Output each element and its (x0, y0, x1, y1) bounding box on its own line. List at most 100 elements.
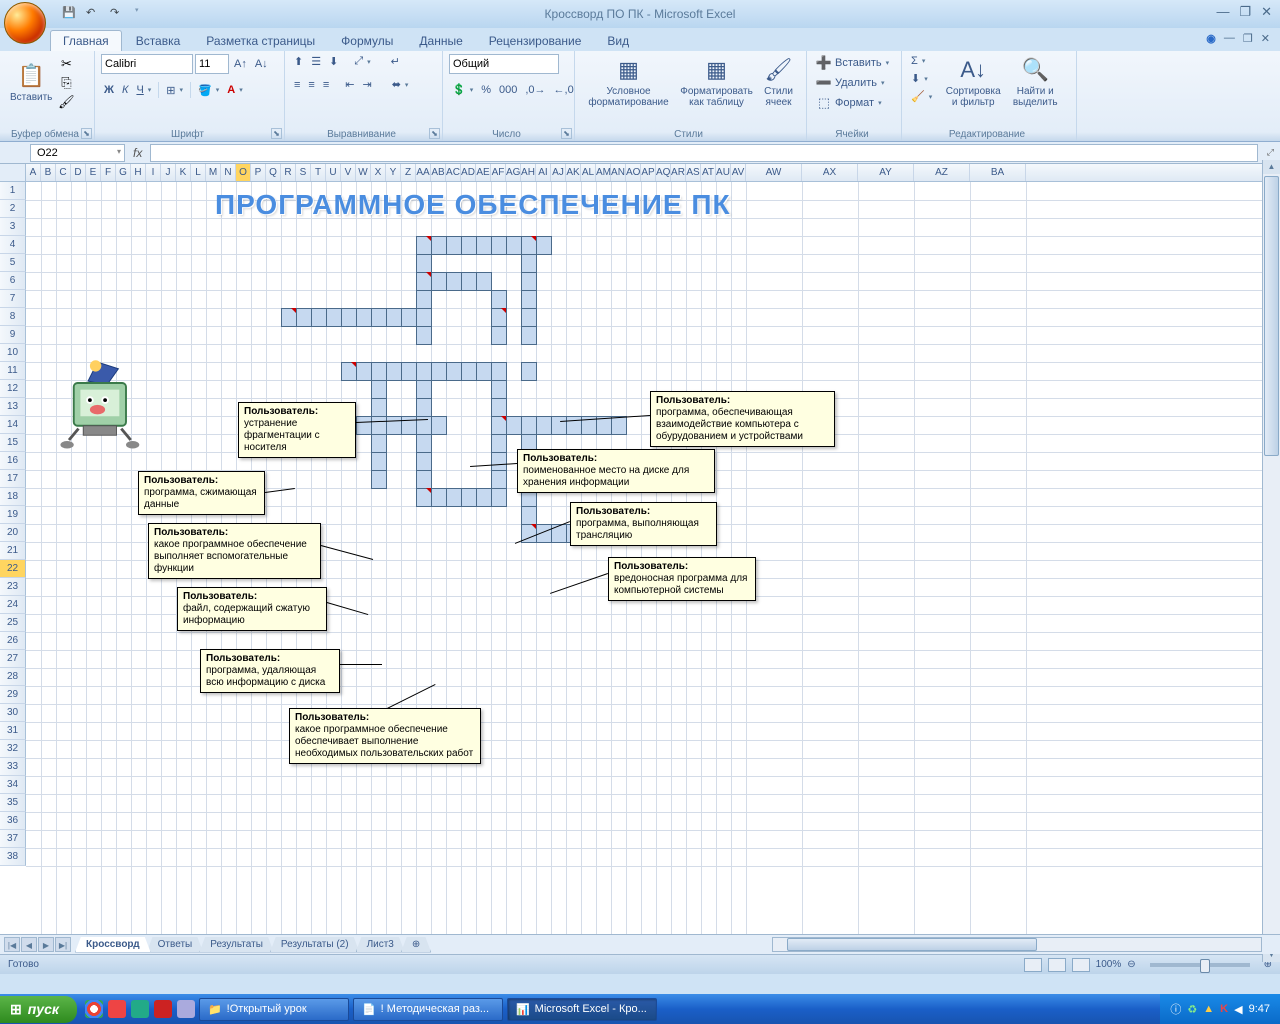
alignment-launcher[interactable]: ⬊ (429, 128, 440, 139)
crossword-cell[interactable] (536, 416, 552, 435)
fill-color-button[interactable]: 🪣▾ (195, 83, 222, 98)
comment-callout[interactable]: Пользователь:программа, удаляющая всю ин… (200, 649, 340, 693)
page-break-view-button[interactable] (1072, 958, 1090, 972)
column-header[interactable]: AE (476, 164, 491, 181)
row-header[interactable]: 19 (0, 506, 26, 524)
column-header[interactable]: Q (266, 164, 281, 181)
column-header[interactable]: AX (802, 164, 858, 181)
column-header[interactable]: T (311, 164, 326, 181)
taskbar-item[interactable]: 📁!Открытый урок (199, 998, 349, 1021)
system-tray[interactable]: ⓘ ♻ ▲ K ◀ 9:47 (1160, 994, 1280, 1024)
align-center-icon[interactable]: ≡ (305, 78, 317, 92)
indent-dec-icon[interactable]: ⇤ (342, 77, 357, 92)
row-header[interactable]: 26 (0, 632, 26, 650)
crossword-cell[interactable] (521, 326, 537, 345)
crossword-cell[interactable] (431, 272, 447, 291)
column-header[interactable]: AF (491, 164, 506, 181)
comment-callout[interactable]: Пользователь:программа, выполняющая тран… (570, 502, 717, 546)
crossword-cell[interactable] (371, 398, 387, 417)
crossword-cell[interactable] (521, 506, 537, 525)
font-launcher[interactable]: ⬊ (271, 128, 282, 139)
crossword-cell[interactable] (521, 308, 537, 327)
crossword-cell[interactable] (461, 272, 477, 291)
crossword-cell[interactable] (416, 398, 432, 417)
dec-decimal-icon[interactable]: ←,0 (551, 83, 577, 97)
column-header[interactable]: J (161, 164, 176, 181)
comment-callout[interactable]: Пользователь:поименованное место на диск… (517, 449, 715, 493)
row-header[interactable]: 15 (0, 434, 26, 452)
tray-icon[interactable]: ⓘ (1170, 1001, 1181, 1017)
crossword-cell[interactable] (611, 416, 627, 435)
bold-button[interactable]: Ж (101, 83, 117, 97)
select-all-corner[interactable] (0, 164, 26, 182)
sort-filter-button[interactable]: A↓ Сортировка и фильтр (941, 54, 1005, 127)
column-header[interactable]: Z (401, 164, 416, 181)
row-header[interactable]: 25 (0, 614, 26, 632)
crossword-cell[interactable] (446, 362, 462, 381)
merge-icon[interactable]: ⬌▾ (389, 77, 412, 92)
row-header[interactable]: 32 (0, 740, 26, 758)
column-header[interactable]: D (71, 164, 86, 181)
column-header[interactable]: AP (641, 164, 656, 181)
crossword-cell[interactable] (491, 362, 507, 381)
crossword-cell[interactable] (536, 236, 552, 255)
horizontal-scrollbar[interactable] (772, 937, 1262, 952)
crossword-cell[interactable] (521, 272, 537, 291)
font-name-combo[interactable] (101, 54, 193, 74)
tray-icon[interactable]: K (1220, 1003, 1228, 1015)
column-header[interactable]: U (326, 164, 341, 181)
column-header[interactable]: AH (521, 164, 536, 181)
sheet-tab[interactable]: Ответы (147, 937, 204, 953)
delete-cells-button[interactable]: ➖Удалить▾ (813, 74, 888, 92)
crossword-cell[interactable] (521, 290, 537, 309)
crossword-cell[interactable] (416, 308, 432, 327)
column-header[interactable]: AV (731, 164, 746, 181)
row-header[interactable]: 9 (0, 326, 26, 344)
minimize-button[interactable]: — (1216, 4, 1229, 20)
crossword-cell[interactable] (461, 362, 477, 381)
crossword-cell[interactable] (326, 308, 342, 327)
align-top-icon[interactable]: ⬆ (291, 54, 306, 69)
crossword-cell[interactable] (521, 362, 537, 381)
crossword-cell[interactable] (401, 362, 417, 381)
crossword-cell[interactable] (491, 452, 507, 471)
crossword-cell[interactable] (521, 416, 537, 435)
crossword-cell[interactable] (416, 452, 432, 471)
underline-button[interactable]: Ч▾ (133, 83, 154, 97)
ribbon-minimize-icon[interactable]: — (1224, 32, 1235, 45)
row-header[interactable]: 8 (0, 308, 26, 326)
crossword-cell[interactable] (296, 308, 312, 327)
column-header[interactable]: AI (536, 164, 551, 181)
column-header[interactable]: X (371, 164, 386, 181)
tray-icon[interactable]: ▲ (1203, 1003, 1214, 1015)
tab-formulas[interactable]: Формулы (329, 31, 405, 51)
row-header[interactable]: 2 (0, 200, 26, 218)
column-header[interactable]: G (116, 164, 131, 181)
align-right-icon[interactable]: ≡ (320, 78, 332, 92)
format-cells-button[interactable]: ⬚Формат▾ (813, 94, 885, 112)
page-layout-view-button[interactable] (1048, 958, 1066, 972)
sheet-nav-prev-icon[interactable]: ◀ (21, 937, 37, 952)
column-header[interactable]: AR (671, 164, 686, 181)
font-color-button[interactable]: A▾ (224, 83, 245, 97)
row-header[interactable]: 33 (0, 758, 26, 776)
row-header[interactable]: 22 (0, 560, 26, 578)
tab-data[interactable]: Данные (407, 31, 474, 51)
comment-callout[interactable]: Пользователь:программа, обеспечивающая в… (650, 391, 835, 447)
column-header[interactable]: AW (746, 164, 802, 181)
crossword-cell[interactable] (446, 236, 462, 255)
crossword-cell[interactable] (371, 416, 387, 435)
number-format-combo[interactable] (449, 54, 559, 74)
tray-icon[interactable]: ◀ (1234, 1003, 1242, 1016)
column-header[interactable]: O (236, 164, 251, 181)
cut-icon[interactable]: ✂ (58, 56, 74, 72)
row-header[interactable]: 36 (0, 812, 26, 830)
crossword-cell[interactable] (416, 254, 432, 273)
row-header[interactable]: 38 (0, 848, 26, 866)
fill-button[interactable]: ⬇▾ (908, 71, 935, 86)
column-header[interactable]: AD (461, 164, 476, 181)
column-header[interactable]: C (56, 164, 71, 181)
office-button[interactable] (4, 2, 46, 44)
row-header[interactable]: 31 (0, 722, 26, 740)
crossword-cell[interactable] (446, 272, 462, 291)
